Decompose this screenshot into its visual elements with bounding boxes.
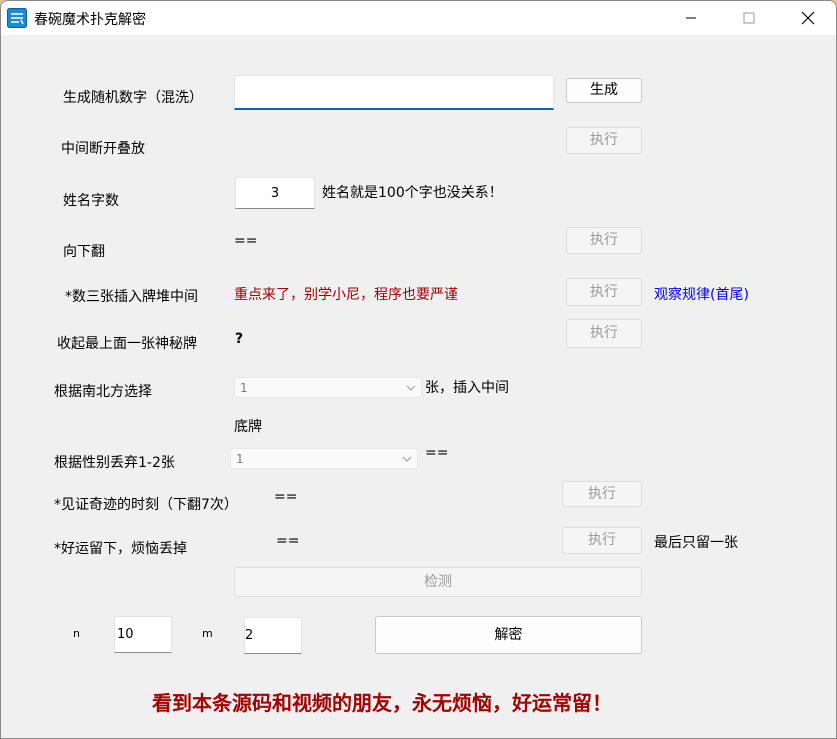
direction-suffix: 张，插入中间 [425,380,509,396]
n-input[interactable] [114,616,172,653]
mystery-card-value: ? [235,331,244,347]
mystery-execute-button[interactable]: 执行 [566,319,642,348]
maximize-button[interactable] [726,1,772,35]
miracle-execute-button[interactable]: 执行 [562,481,642,507]
app-window: 春碗魔术扑克解密 生成随机数字（混洗） 生成 中间断开叠放 执行 姓名字数 姓名… [0,0,837,739]
generate-button[interactable]: 生成 [566,78,642,103]
direction-label: 根据南北方选择 [54,384,152,400]
close-icon [801,11,815,25]
decrypt-button[interactable]: 解密 [375,616,642,654]
title-bar[interactable]: 春碗魔术扑克解密 [1,1,836,35]
gender-select-value: 1 [236,452,244,466]
observe-pattern-link[interactable]: 观察规律(首尾) [654,284,749,304]
bottom-card-label: 底牌 [234,419,262,435]
direction-select-value: 1 [240,381,248,395]
miracle-value: == [274,489,298,505]
flip-execute-button[interactable]: 执行 [566,227,642,254]
close-button[interactable] [785,1,831,35]
split-execute-button[interactable]: 执行 [566,127,642,154]
luck-label: *好运留下，烦恼丢掉 [54,541,187,557]
minimize-icon [686,17,696,19]
m-label: m [202,627,213,640]
name-count-note: 姓名就是100个字也没关系！ [322,185,503,201]
chevron-down-icon [406,385,416,391]
name-count-label: 姓名字数 [63,193,119,209]
mystery-card-label: 收起最上面一张神秘牌 [57,336,197,352]
window-title: 春碗魔术扑克解密 [34,12,146,28]
gender-value: == [425,445,449,461]
check-button[interactable]: 检测 [234,567,642,597]
shuffle-label: 生成随机数字（混洗） [63,90,203,106]
luck-execute-button[interactable]: 执行 [562,527,642,554]
gender-select[interactable]: 1 [230,448,418,469]
minimize-button[interactable] [668,1,714,35]
flip-label: 向下翻 [63,244,105,260]
insert-three-note: 重点来了，别学小尼，程序也要严谨 [234,287,458,303]
maximize-icon [743,12,755,24]
gender-label: 根据性别丢弃1-2张 [54,455,175,471]
split-label: 中间断开叠放 [61,141,145,157]
luck-value: == [276,533,300,549]
direction-select[interactable]: 1 [234,377,422,398]
luck-note: 最后只留一张 [654,535,738,551]
insert-three-execute-button[interactable]: 执行 [566,278,642,306]
chevron-down-icon [402,456,412,462]
app-icon [7,8,27,28]
n-label: n [73,627,80,640]
miracle-label: *见证奇迹的时刻（下翻7次） [54,497,238,513]
insert-three-label: *数三张插入牌堆中间 [65,289,198,305]
shuffle-input[interactable] [234,75,554,110]
name-count-input[interactable] [235,177,315,209]
footer-message: 看到本条源码和视频的朋友，永无烦恼，好运常留！ [152,691,612,715]
m-input[interactable] [244,617,302,654]
flip-value: == [234,233,258,249]
